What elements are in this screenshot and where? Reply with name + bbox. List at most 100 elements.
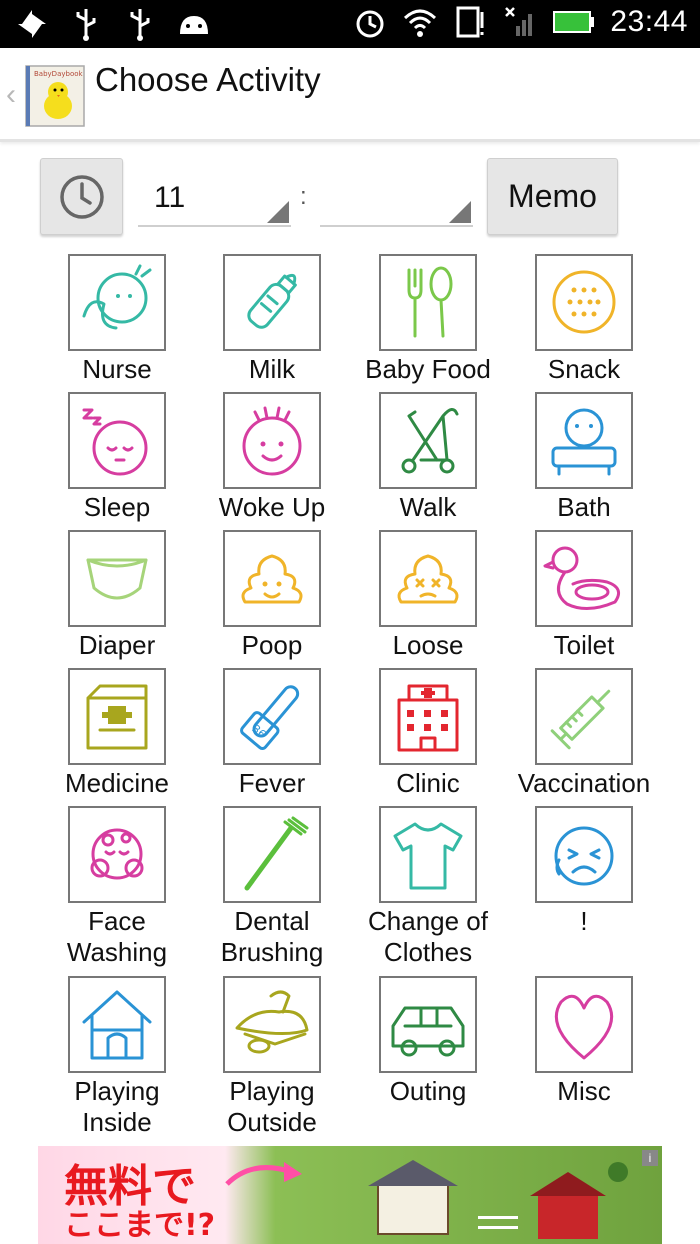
clock-icon bbox=[59, 174, 104, 219]
thermometer-icon: 36 bbox=[240, 685, 300, 751]
battery-icon bbox=[553, 11, 595, 33]
stroller-icon bbox=[401, 408, 459, 474]
activity-tile[interactable] bbox=[223, 254, 321, 351]
action-bar: ‹ BabyDaybook Choose Activity bbox=[0, 48, 700, 142]
activity-label: Sleep bbox=[83, 492, 151, 522]
activity-label: Toilet bbox=[553, 630, 615, 660]
poop-icon bbox=[241, 554, 303, 604]
activity-label: Playing Inside bbox=[74, 1076, 160, 1137]
fork-spoon-icon bbox=[407, 266, 453, 338]
medicine-box-icon bbox=[86, 684, 148, 750]
activity-label: Milk bbox=[248, 354, 296, 384]
time-picker-button[interactable] bbox=[40, 158, 123, 235]
bath-icon bbox=[551, 408, 617, 476]
dropdown-arrow-icon bbox=[267, 201, 289, 223]
activity-tile[interactable] bbox=[535, 530, 633, 627]
ad-subline: ここまで!? bbox=[64, 1208, 216, 1243]
tshirt-icon bbox=[393, 822, 463, 890]
heart-icon bbox=[554, 994, 614, 1060]
activity-label: Woke Up bbox=[218, 492, 326, 522]
usb-icon bbox=[130, 9, 150, 41]
app-icon-label: BabyDaybook bbox=[34, 70, 84, 78]
activity-tile[interactable] bbox=[379, 254, 477, 351]
minute-spinner[interactable] bbox=[320, 165, 473, 227]
activity-tile[interactable] bbox=[68, 392, 166, 489]
activity-label: Baby Food bbox=[365, 354, 491, 384]
activity-tile[interactable] bbox=[379, 668, 477, 765]
activity-label: Poop bbox=[241, 630, 303, 660]
hospital-icon bbox=[397, 684, 459, 752]
activity-tile[interactable] bbox=[223, 392, 321, 489]
activity-tile[interactable]: 36 bbox=[223, 668, 321, 765]
activity-label: Change of Clothes bbox=[368, 906, 488, 967]
up-navigation-icon[interactable]: ‹ bbox=[6, 78, 16, 112]
activity-label: Misc bbox=[557, 1076, 611, 1106]
memo-button[interactable]: Memo bbox=[487, 158, 618, 235]
toothbrush-icon bbox=[244, 816, 309, 891]
farm-illustration-icon bbox=[368, 1160, 628, 1239]
sd-card-icon bbox=[456, 6, 484, 38]
sleep-icon bbox=[82, 408, 148, 476]
app-icon[interactable]: BabyDaybook bbox=[22, 64, 86, 128]
activity-tile[interactable] bbox=[535, 392, 633, 489]
milk-bottle-icon bbox=[247, 273, 297, 329]
activity-label: Walk bbox=[399, 492, 457, 522]
sandbox-icon bbox=[235, 990, 309, 1054]
arrow-icon bbox=[225, 1162, 302, 1186]
activity-label: Loose bbox=[392, 630, 464, 660]
activity-tile[interactable] bbox=[68, 254, 166, 351]
woke-up-icon bbox=[242, 406, 302, 476]
activity-label: Snack bbox=[547, 354, 621, 384]
status-time: 23:44 bbox=[610, 5, 688, 38]
activity-tile[interactable] bbox=[223, 806, 321, 903]
activity-tile[interactable] bbox=[223, 530, 321, 627]
syringe-icon bbox=[550, 689, 611, 750]
activity-tile[interactable] bbox=[379, 530, 477, 627]
activity-tile[interactable] bbox=[535, 806, 633, 903]
activity-tile[interactable] bbox=[68, 668, 166, 765]
activity-label: Playing Outside bbox=[227, 1076, 317, 1137]
wifi-icon bbox=[404, 9, 437, 37]
page-title: Choose Activity bbox=[95, 61, 321, 98]
nurse-icon bbox=[82, 264, 152, 330]
android-icon bbox=[180, 16, 208, 34]
activity-label: Fever bbox=[238, 768, 306, 798]
activity-tile[interactable] bbox=[223, 976, 321, 1073]
activity-label: Face Washing bbox=[66, 906, 168, 967]
activity-tile[interactable] bbox=[535, 976, 633, 1073]
car-icon bbox=[391, 1006, 465, 1057]
loose-poop-icon bbox=[397, 554, 459, 604]
activity-label: Diaper bbox=[78, 630, 156, 660]
activity-tile[interactable] bbox=[379, 806, 477, 903]
dropdown-arrow-icon bbox=[449, 201, 471, 223]
activity-tile[interactable] bbox=[535, 254, 633, 351]
time-separator: : bbox=[300, 183, 307, 210]
activity-label: Clinic bbox=[396, 768, 460, 798]
activity-tile[interactable] bbox=[68, 976, 166, 1073]
activity-label: ! bbox=[580, 906, 588, 936]
activity-label: Vaccination bbox=[517, 768, 651, 798]
activity-label: Medicine bbox=[64, 768, 170, 798]
activity-tile[interactable] bbox=[68, 530, 166, 627]
activity-tile[interactable] bbox=[379, 392, 477, 489]
house-icon bbox=[82, 990, 152, 1060]
hour-spinner[interactable]: 11 bbox=[138, 165, 291, 227]
no-signal-icon bbox=[505, 7, 533, 36]
cookie-icon bbox=[552, 270, 616, 334]
status-bar: 23:44 bbox=[0, 0, 700, 48]
diaper-icon bbox=[86, 558, 148, 600]
face-washing-icon bbox=[90, 828, 144, 880]
activity-label: Nurse bbox=[82, 354, 152, 384]
duck-potty-icon bbox=[543, 546, 621, 610]
activity-tile[interactable] bbox=[379, 976, 477, 1073]
pinwheel-icon bbox=[18, 10, 46, 38]
ad-info-icon[interactable]: i bbox=[642, 1150, 658, 1166]
crying-face-icon bbox=[554, 826, 614, 886]
hour-value: 11 bbox=[154, 181, 186, 214]
activity-tile[interactable] bbox=[535, 668, 633, 765]
usb-icon bbox=[76, 9, 96, 41]
ad-banner[interactable]: 無料で ここまで!? i bbox=[38, 1146, 662, 1244]
svg-text:36: 36 bbox=[249, 722, 268, 741]
activity-label: Dental Brushing bbox=[220, 906, 324, 967]
activity-tile[interactable] bbox=[68, 806, 166, 903]
